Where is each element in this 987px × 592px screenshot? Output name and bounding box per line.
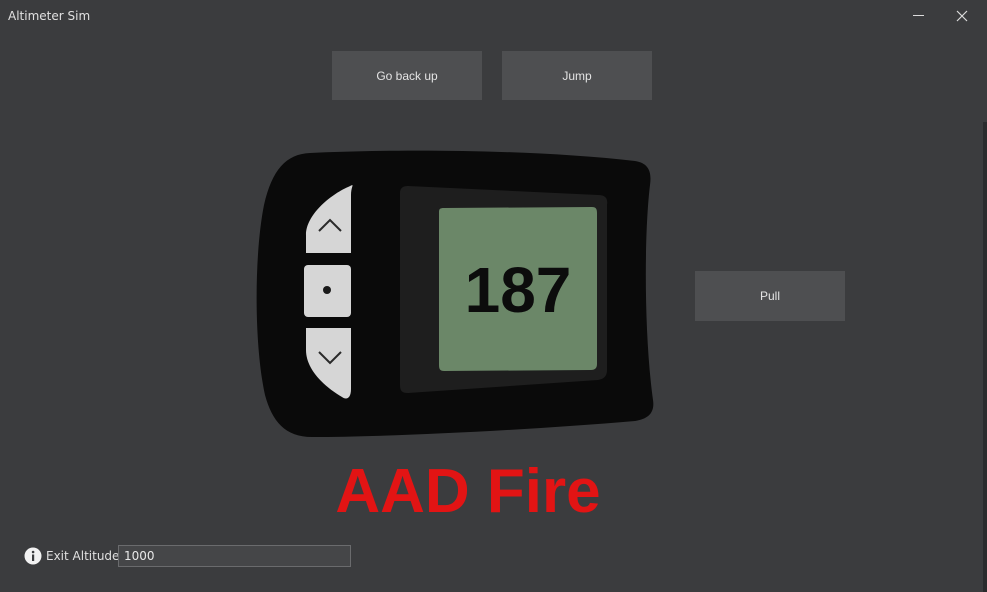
info-icon[interactable] <box>24 547 42 565</box>
close-button[interactable] <box>947 4 977 28</box>
status-message: AAD Fire <box>335 456 601 526</box>
exit-altitude-input[interactable] <box>118 545 351 567</box>
window-title: Altimeter Sim <box>8 9 91 23</box>
pull-button[interactable]: Pull <box>695 271 845 321</box>
dot-icon <box>323 286 331 294</box>
exit-altitude-label: Exit Altitude: <box>46 549 124 563</box>
go-back-up-button[interactable]: Go back up <box>332 51 482 100</box>
title-bar: Altimeter Sim <box>0 0 987 34</box>
minimize-button[interactable] <box>903 4 933 28</box>
altimeter-select-button[interactable] <box>304 265 351 317</box>
altitude-reading: 187 <box>464 254 572 326</box>
close-icon <box>956 10 968 22</box>
window-edge <box>983 122 987 592</box>
minimize-icon <box>912 14 924 16</box>
jump-button[interactable]: Jump <box>502 51 652 100</box>
